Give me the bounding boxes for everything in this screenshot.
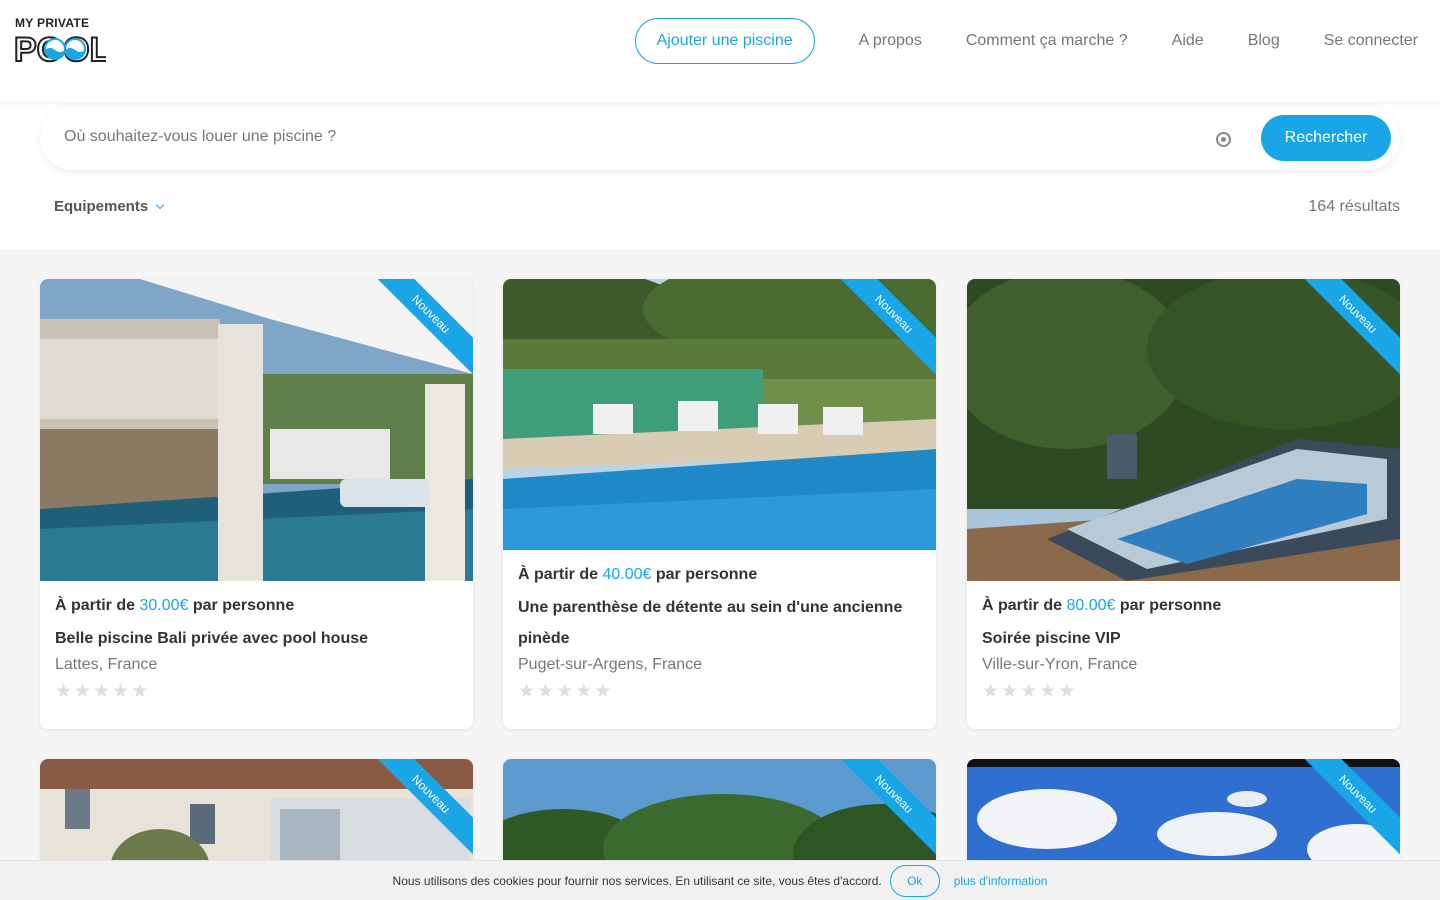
- star-icon: ★: [93, 681, 111, 702]
- target-icon[interactable]: [1216, 132, 1231, 147]
- pool-location: Puget-sur-Argens, France: [518, 656, 703, 673]
- cookie-banner: Nous utilisons des cookies pour fournir …: [0, 860, 1440, 900]
- price-line: À partir de 30.00€ par personne: [55, 597, 295, 614]
- chevron-down-icon: [155, 200, 165, 209]
- pool-card[interactable]: Nouveau À partir de 80.00€ par personne …: [967, 279, 1400, 729]
- star-icon: ★: [518, 681, 536, 702]
- star-icon: ★: [594, 681, 612, 702]
- search-button[interactable]: Rechercher: [1261, 115, 1391, 161]
- star-icon: ★: [74, 681, 92, 702]
- pool-title[interactable]: Une parenthèse de détente au sein d'une …: [518, 592, 921, 654]
- search-section: Où souhaitez-vous louer une piscine ? Re…: [0, 102, 1440, 249]
- star-icon: ★: [1001, 681, 1019, 702]
- new-badge: Nouveau: [836, 759, 936, 859]
- price-amount: 30.00€: [139, 597, 189, 614]
- pool-card[interactable]: Nouveau À partir de 30.00€ par personne …: [40, 279, 473, 729]
- star-icon: ★: [1058, 681, 1076, 702]
- new-badge: Nouveau: [836, 279, 936, 379]
- equipment-filter-dropdown[interactable]: Equipements: [54, 198, 165, 215]
- site-logo[interactable]: MY PRIVATE POOL: [14, 16, 106, 64]
- search-input[interactable]: Où souhaitez-vous louer une piscine ?: [64, 128, 336, 146]
- nav-link-help[interactable]: Aide: [1172, 32, 1204, 50]
- star-icon: ★: [112, 681, 130, 702]
- main-nav: Ajouter une piscine A propos Comment ça …: [634, 18, 1418, 64]
- add-pool-button[interactable]: Ajouter une piscine: [634, 18, 815, 64]
- price-line: À partir de 40.00€ par personne: [518, 566, 758, 583]
- star-icon: ★: [55, 681, 73, 702]
- star-icon: ★: [537, 681, 555, 702]
- pool-photo[interactable]: Nouveau: [967, 279, 1400, 581]
- cookie-ok-button[interactable]: Ok: [889, 864, 940, 897]
- search-bar: Où souhaitez-vous louer une piscine ? Re…: [40, 106, 1400, 170]
- star-icon: ★: [982, 681, 1000, 702]
- star-icon: ★: [575, 681, 593, 702]
- pool-location: Ville-sur-Yron, France: [982, 656, 1138, 673]
- pool-location: Lattes, France: [55, 656, 158, 673]
- pool-photo[interactable]: Nouveau: [40, 279, 473, 581]
- pool-title[interactable]: Soirée piscine VIP: [982, 623, 1385, 654]
- star-icon: ★: [556, 681, 574, 702]
- rating-stars: ★ ★ ★ ★ ★: [518, 682, 921, 702]
- price-amount: 40.00€: [602, 566, 652, 583]
- results-count: 164 résultats: [1308, 198, 1400, 215]
- star-icon: ★: [131, 681, 149, 702]
- nav-link-blog[interactable]: Blog: [1248, 32, 1280, 50]
- equipment-filter-label: Equipements: [54, 198, 149, 215]
- new-badge: Nouveau: [1300, 279, 1400, 379]
- pool-logo-icon: POOL: [14, 30, 106, 64]
- pool-photo[interactable]: Nouveau: [503, 279, 936, 550]
- rating-stars: ★ ★ ★ ★ ★: [55, 682, 458, 702]
- logo-top-text: MY PRIVATE: [15, 16, 90, 30]
- new-badge: Nouveau: [1300, 759, 1400, 859]
- star-icon: ★: [1020, 681, 1038, 702]
- cookie-more-info-link[interactable]: plus d'information: [954, 874, 1048, 888]
- pool-title[interactable]: Belle piscine Bali privée avec pool hous…: [55, 623, 458, 654]
- rating-stars: ★ ★ ★ ★ ★: [982, 682, 1385, 702]
- price-amount: 80.00€: [1066, 597, 1116, 614]
- new-badge: Nouveau: [373, 279, 473, 379]
- site-header: MY PRIVATE POOL Ajouter une piscine A pr…: [0, 0, 1440, 102]
- nav-link-about[interactable]: A propos: [859, 32, 922, 50]
- new-badge: Nouveau: [373, 759, 473, 859]
- star-icon: ★: [1039, 681, 1057, 702]
- nav-link-how-it-works[interactable]: Comment ça marche ?: [966, 32, 1128, 50]
- cookie-text: Nous utilisons des cookies pour fournir …: [392, 873, 882, 888]
- pool-card[interactable]: Nouveau À partir de 40.00€ par personne …: [503, 279, 936, 729]
- nav-link-login[interactable]: Se connecter: [1324, 32, 1418, 50]
- price-line: À partir de 80.00€ par personne: [982, 597, 1222, 614]
